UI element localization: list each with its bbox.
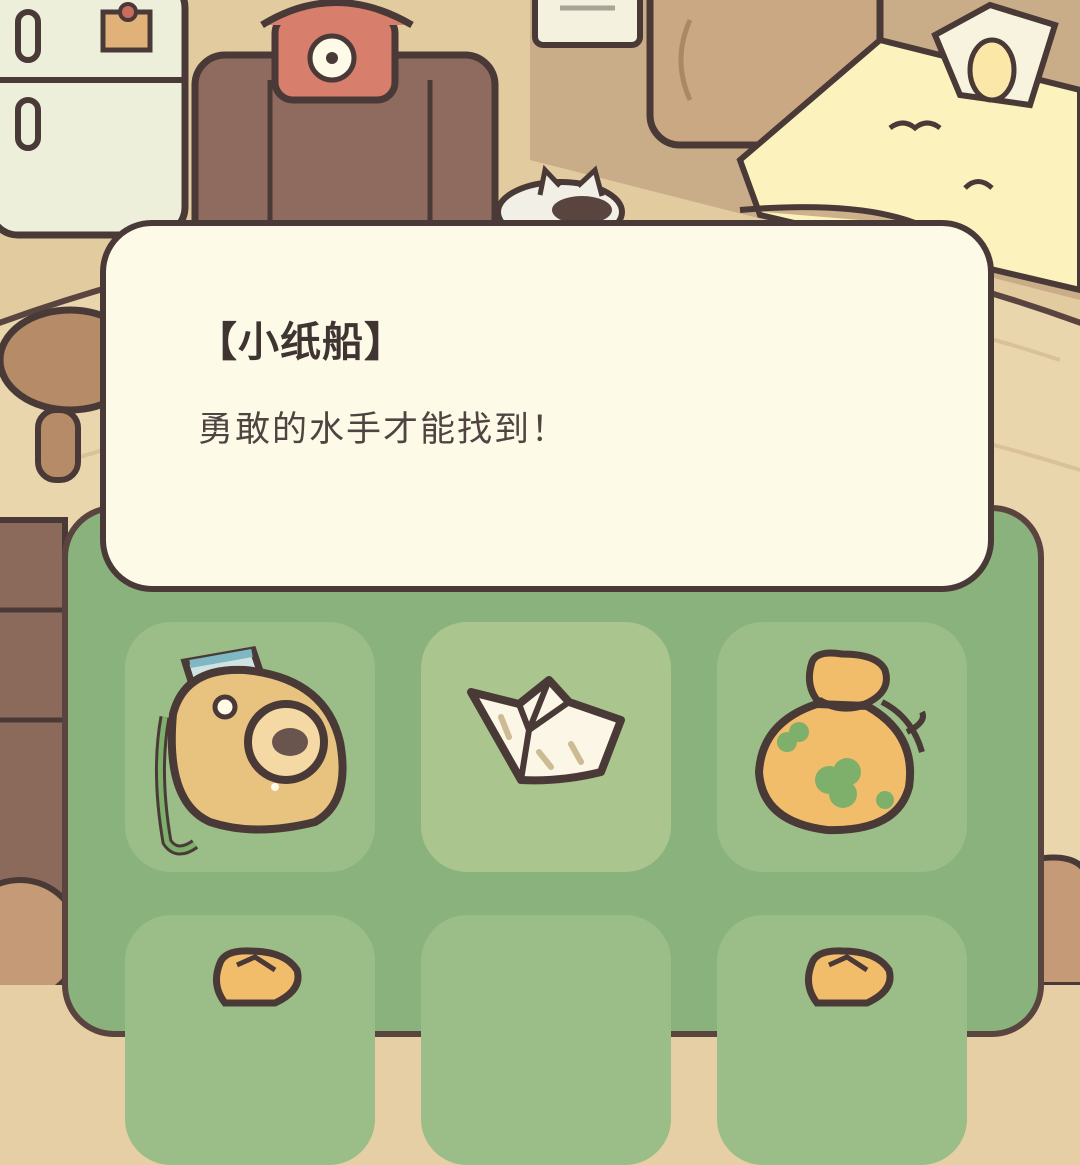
pouch-icon: [212, 947, 302, 1007]
inventory-slot-paper-boat[interactable]: [421, 622, 671, 872]
paper-boat-icon: [467, 676, 625, 785]
item-tooltip: 【小纸船】 勇敢的水手才能找到！: [100, 220, 994, 592]
item-description: 勇敢的水手才能找到！: [198, 410, 569, 450]
inventory-slot-camera[interactable]: [125, 622, 375, 872]
inventory-slot-clover-pouch[interactable]: [717, 622, 967, 872]
fridge-icon: [0, 0, 189, 239]
instant-camera-icon: [154, 646, 347, 856]
item-title: 【小纸船】: [196, 318, 406, 366]
inventory-slot-pouch-right[interactable]: [717, 915, 967, 1165]
inventory-slot-pouch-left[interactable]: [125, 915, 375, 1165]
inventory-slot-empty[interactable]: [421, 915, 671, 1165]
pouch-icon: [804, 947, 894, 1007]
notepad-icon: [532, 0, 643, 48]
clover-pouch-icon: [754, 649, 926, 835]
telephone-icon: [260, 0, 414, 104]
